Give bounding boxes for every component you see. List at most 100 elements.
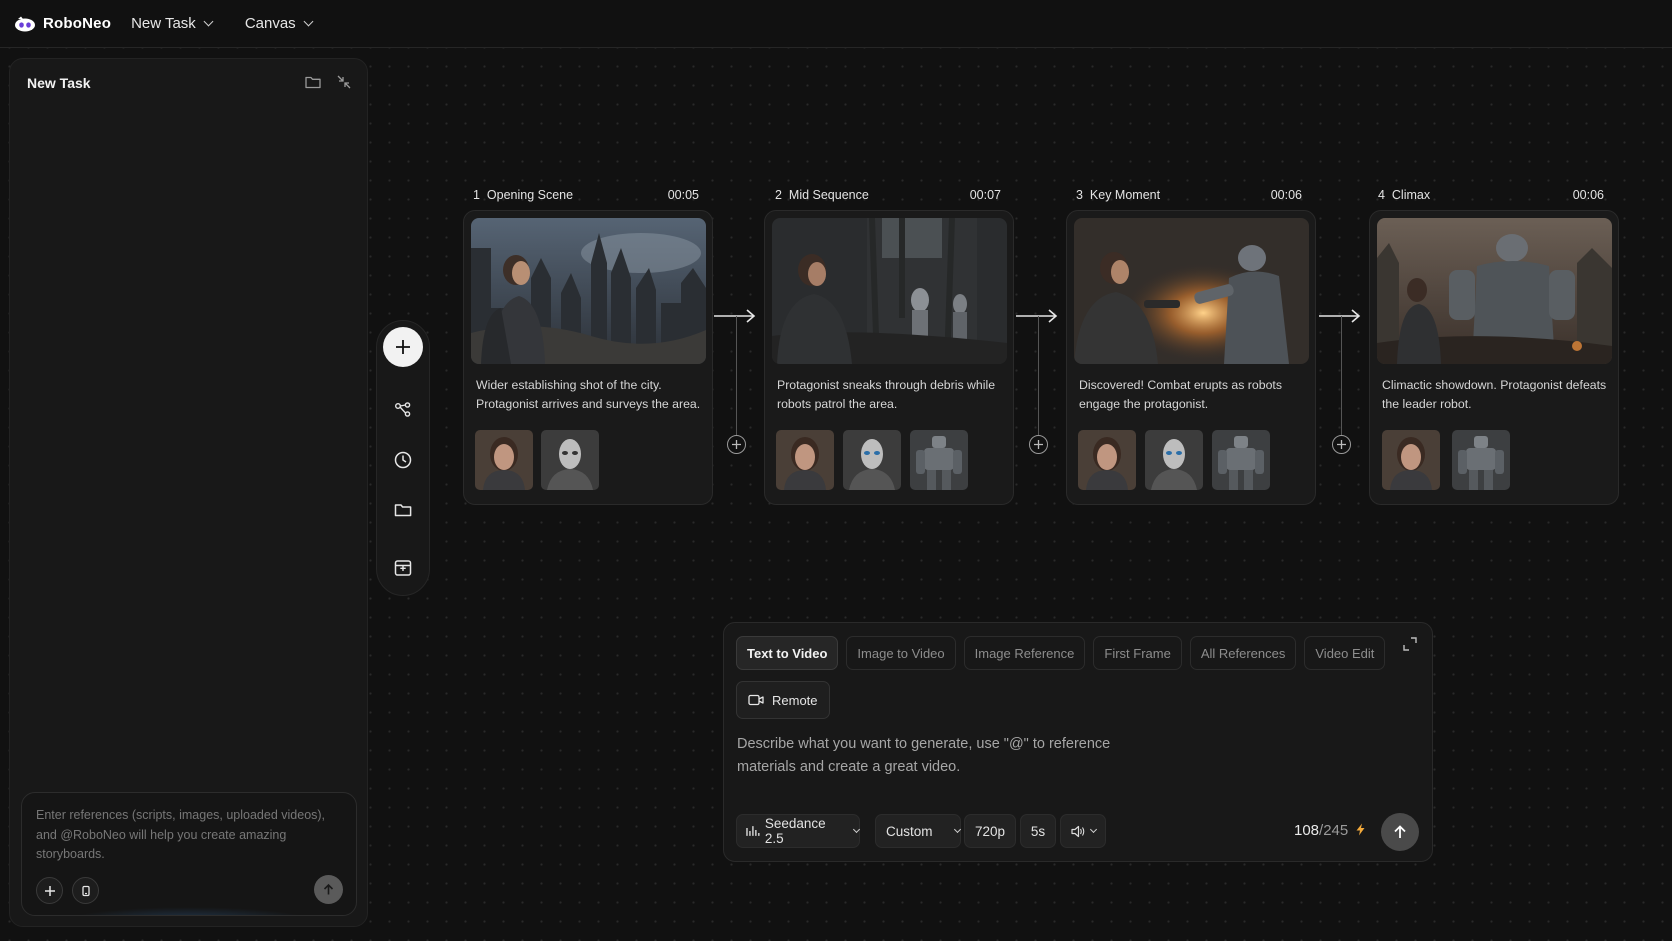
composer-glow (62, 907, 316, 915)
scene-header: 1 Opening Scene 00:05 (473, 188, 699, 204)
new-task-menu[interactable]: New Task (131, 15, 214, 32)
device-button[interactable] (72, 877, 99, 904)
arrow-up-icon (1394, 825, 1406, 838)
insert-scene-button[interactable] (727, 435, 746, 454)
app-name: RoboNeo (43, 15, 112, 32)
reference-thumbnail-android[interactable] (843, 430, 901, 490)
chevron-down-icon (853, 825, 861, 834)
chevron-down-icon (203, 16, 214, 27)
task-panel: New Task Enter references (scripts, imag… (9, 58, 368, 927)
model-bars-icon (746, 826, 760, 836)
insert-scene-button[interactable] (1029, 435, 1048, 454)
panel-title: New Task (27, 75, 91, 91)
expand-icon[interactable] (1402, 636, 1418, 652)
scene-card[interactable]: Climactic showdown. Protagonist defeats … (1369, 210, 1619, 505)
scene-title: 3 Key Moment (1076, 188, 1161, 202)
generation-mode-tabs: Text to Video Image to Video Image Refer… (736, 636, 1393, 670)
reference-thumbnail-mech[interactable] (1452, 430, 1510, 490)
connector-line (736, 316, 737, 435)
scene-image[interactable] (1074, 218, 1309, 364)
plus-icon (1034, 440, 1043, 449)
canvas-menu-label: Canvas (244, 15, 296, 32)
composer-send-button[interactable] (314, 875, 343, 904)
scene-card[interactable]: Protagonist sneaks through debris while … (764, 210, 1014, 505)
tab-video-edit[interactable]: Video Edit (1304, 636, 1386, 670)
scene-title: 2 Mid Sequence (775, 188, 869, 202)
scene-duration: 00:07 (969, 188, 1001, 202)
app-logo[interactable]: RoboNeo (14, 15, 111, 32)
canvas-menu[interactable]: Canvas (244, 15, 314, 32)
scene-header: 3 Key Moment 00:06 (1076, 188, 1302, 204)
reference-thumbnail-woman[interactable] (475, 430, 533, 490)
video-generation-panel: Text to Video Image to Video Image Refer… (723, 622, 1433, 862)
tab-image-to-video[interactable]: Image to Video (846, 636, 956, 670)
reference-thumbnail-woman[interactable] (1382, 430, 1440, 490)
model-name: Seedance 2.5 (764, 816, 826, 846)
plus-icon (44, 885, 55, 896)
credits-counter: 108/245 (1294, 822, 1366, 839)
composer-placeholder[interactable]: Enter references (scripts, images, uploa… (36, 806, 326, 865)
add-node-button[interactable] (383, 327, 423, 367)
lightning-icon (1356, 823, 1365, 836)
remote-button[interactable]: Remote (736, 681, 830, 719)
connector-line (1341, 316, 1342, 435)
reference-thumbnail-mech[interactable] (1212, 430, 1270, 490)
aspect-ratio-select[interactable]: Custom (875, 814, 961, 848)
resolution-value: 720p (974, 823, 1006, 839)
plus-icon (732, 440, 741, 449)
tab-text-to-video[interactable]: Text to Video (736, 636, 839, 670)
folder-icon[interactable] (393, 500, 413, 520)
duration-select[interactable]: 5s (1020, 814, 1056, 848)
reference-thumbnail-mech[interactable] (910, 430, 968, 490)
scene-description: Protagonist sneaks through debris while … (777, 378, 996, 411)
roboneo-logo-icon (15, 16, 35, 31)
resolution-select[interactable]: 720p (964, 814, 1016, 848)
history-icon[interactable] (393, 450, 413, 470)
chevron-down-icon (953, 825, 961, 834)
prompt-input[interactable]: Describe what you want to generate, use … (737, 733, 1137, 779)
scene-title: 1 Opening Scene (473, 188, 574, 202)
credits-total: /245 (1319, 822, 1349, 839)
new-task-menu-label: New Task (131, 15, 196, 32)
audio-toggle[interactable] (1060, 814, 1106, 848)
scene-description: Climactic showdown. Protagonist defeats … (1382, 378, 1607, 411)
model-select[interactable]: Seedance 2.5 (736, 814, 861, 848)
storyboard-icon[interactable] (393, 558, 413, 578)
scene-card[interactable]: Discovered! Combat erupts as robots enga… (1066, 210, 1316, 505)
video-camera-icon (748, 694, 764, 706)
scene-duration: 00:06 (1572, 188, 1604, 202)
folder-icon[interactable] (304, 73, 322, 91)
reference-thumbnail-android[interactable] (1145, 430, 1203, 490)
duration-value: 5s (1030, 823, 1046, 839)
workflow-icon[interactable] (393, 400, 413, 420)
connector-line (1038, 316, 1039, 435)
storyboard-composer[interactable]: Enter references (scripts, images, uploa… (21, 792, 357, 916)
generate-button[interactable] (1381, 813, 1419, 851)
insert-scene-button[interactable] (1332, 435, 1351, 454)
tab-all-references[interactable]: All References (1189, 636, 1297, 670)
aspect-ratio-value: Custom (886, 823, 933, 839)
scene-duration: 00:05 (667, 188, 699, 202)
collapse-icon[interactable] (335, 73, 353, 91)
reference-thumbnail-woman[interactable] (1078, 430, 1136, 490)
scene-title: 4 Climax (1378, 188, 1431, 202)
tab-first-frame[interactable]: First Frame (1093, 636, 1182, 670)
add-icon (396, 340, 410, 354)
reference-thumbnail-woman[interactable] (776, 430, 834, 490)
scene-image[interactable] (772, 218, 1007, 364)
scene-description: Discovered! Combat erupts as robots enga… (1079, 378, 1282, 411)
speaker-icon (1070, 825, 1084, 837)
scene-description: Wider establishing shot of the city. Pro… (476, 378, 701, 411)
phone-icon (81, 885, 90, 896)
scene-card[interactable]: Wider establishing shot of the city. Pro… (463, 210, 713, 505)
tab-image-reference[interactable]: Image Reference (963, 636, 1086, 670)
credits-used: 108 (1294, 822, 1320, 839)
scene-header: 4 Climax 00:06 (1378, 188, 1604, 204)
top-bar: RoboNeo New Task Canvas (0, 0, 1672, 48)
scene-image[interactable] (471, 218, 706, 364)
scene-image[interactable] (1377, 218, 1612, 364)
scene-header: 2 Mid Sequence 00:07 (775, 188, 1001, 204)
chevron-down-icon (1089, 825, 1097, 834)
reference-thumbnail-android[interactable] (541, 430, 599, 490)
add-attachment-button[interactable] (36, 877, 63, 904)
